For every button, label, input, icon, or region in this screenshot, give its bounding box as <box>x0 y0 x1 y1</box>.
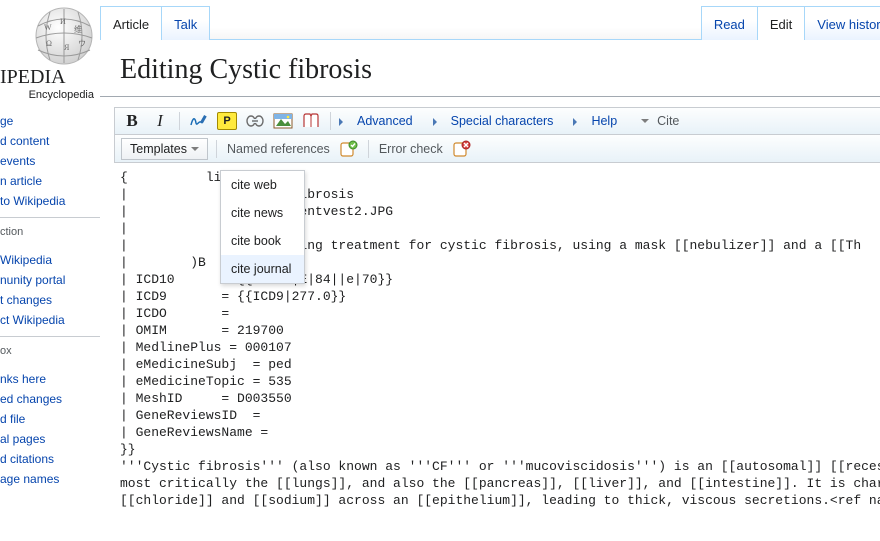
sidebar-link[interactable]: d citations <box>0 449 100 469</box>
nav-tools: nks hereed changesd fileal pagesd citati… <box>0 369 100 489</box>
sidebar-link[interactable]: events <box>0 151 100 171</box>
tab-edit[interactable]: Edit <box>757 6 805 40</box>
help-toggle[interactable]: Help <box>589 114 619 128</box>
dropdown-item-cite-news[interactable]: cite news <box>221 199 304 227</box>
sidebar-link[interactable]: d file <box>0 409 100 429</box>
sidebar-link[interactable]: age names <box>0 469 100 489</box>
wikipedia-globe-logo[interactable]: WИ维 Ω Яウ <box>24 6 94 66</box>
tab-read[interactable]: Read <box>701 6 758 40</box>
svg-text:Я: Я <box>64 43 70 52</box>
special-characters-toggle[interactable]: Special characters <box>449 114 556 128</box>
nav-interaction-heading: ction <box>0 222 100 240</box>
wikipedia-tagline: Encyclopedia <box>0 89 94 101</box>
sidebar-link[interactable]: ed changes <box>0 389 100 409</box>
named-references-button[interactable]: Named references <box>225 142 332 156</box>
dropdown-item-cite-book[interactable]: cite book <box>221 227 304 255</box>
advanced-toggle[interactable]: Advanced <box>355 114 415 128</box>
error-check-button[interactable]: Error check <box>377 142 445 156</box>
svg-text:Ω: Ω <box>46 39 52 48</box>
sidebar-link[interactable]: ge <box>0 111 100 131</box>
image-button[interactable] <box>272 110 294 132</box>
sidebar-link[interactable]: al pages <box>0 429 100 449</box>
expand-icon <box>433 118 441 126</box>
dropdown-item-cite-web[interactable]: cite web <box>221 171 304 199</box>
embedded-file-button[interactable] <box>244 110 266 132</box>
cite-toolbar: Templates Named references Error check <box>114 135 880 163</box>
nav-main: ged contenteventsn articleto Wikipedia <box>0 111 100 211</box>
chevron-down-icon <box>191 147 199 155</box>
sidebar-link[interactable]: nunity portal <box>0 270 100 290</box>
bold-button[interactable]: B <box>121 110 143 132</box>
sidebar-link[interactable]: Wikipedia <box>0 250 100 270</box>
page-tabs: Article Talk Read Edit View history <box>100 0 880 40</box>
expand-icon <box>573 118 581 126</box>
templates-dropdown: cite webcite newscite bookcite journal <box>220 170 305 284</box>
sidebar: WИ维 ΩЯウ IPEDIA Encyclopedia ged contente… <box>0 0 100 541</box>
reference-button[interactable] <box>300 110 322 132</box>
sidebar-link[interactable]: ct Wikipedia <box>0 310 100 330</box>
error-check-icon[interactable] <box>451 138 473 160</box>
sidebar-link[interactable]: d content <box>0 131 100 151</box>
signature-button[interactable] <box>188 110 210 132</box>
edit-toolbar: B I P Advance <box>114 107 880 135</box>
nav-interaction: Wikipedianunity portalt changesct Wikipe… <box>0 250 100 330</box>
wikitext-editor[interactable]: { lisease | = Cystic fibrosis | = CFtrea… <box>100 163 880 509</box>
tab-view-history[interactable]: View history <box>804 6 880 40</box>
page-title: Editing Cystic fibrosis <box>100 40 880 97</box>
tab-article[interactable]: Article <box>100 6 162 40</box>
svg-text:И: И <box>60 17 66 26</box>
content: Article Talk Read Edit View history Edit… <box>100 0 880 541</box>
svg-text:ウ: ウ <box>78 39 86 48</box>
cite-toggle[interactable]: Cite <box>655 114 681 128</box>
sidebar-link[interactable]: t changes <box>0 290 100 310</box>
named-references-icon[interactable] <box>338 138 360 160</box>
sidebar-link[interactable]: n article <box>0 171 100 191</box>
templates-dropdown-button[interactable]: Templates <box>121 138 208 160</box>
svg-text:维: 维 <box>74 24 82 34</box>
wikipedia-wordmark: IPEDIA <box>0 66 94 89</box>
expand-icon <box>339 118 347 126</box>
sidebar-link[interactable]: nks here <box>0 369 100 389</box>
sidebar-link[interactable]: to Wikipedia <box>0 191 100 211</box>
svg-text:W: W <box>44 23 52 32</box>
dropdown-item-cite-journal[interactable]: cite journal <box>221 255 304 283</box>
italic-button[interactable]: I <box>149 110 171 132</box>
link-button[interactable]: P <box>216 110 238 132</box>
chevron-down-icon <box>641 119 649 127</box>
tab-talk[interactable]: Talk <box>161 6 210 40</box>
nav-tools-heading: ox <box>0 341 100 359</box>
